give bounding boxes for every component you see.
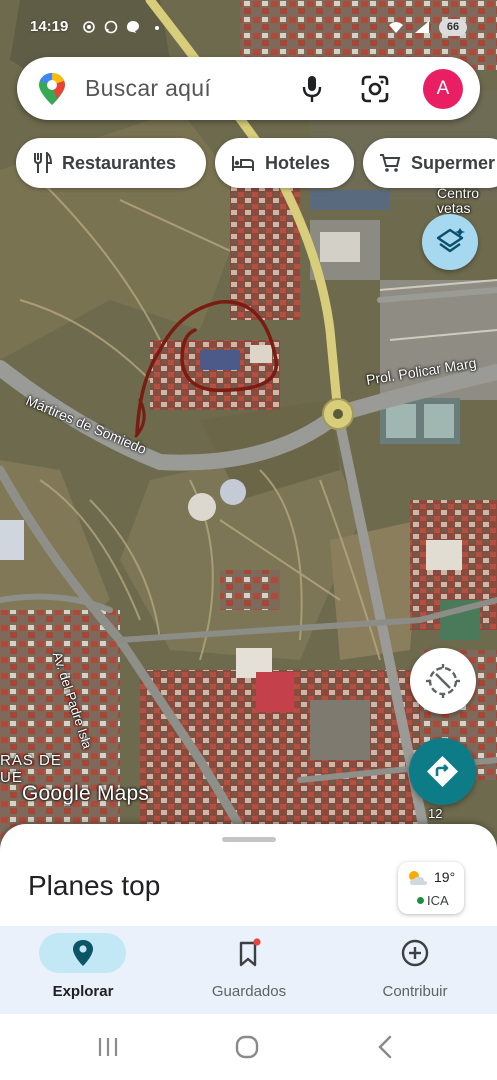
wifi-icon (388, 20, 403, 34)
location-crosshair-icon (426, 664, 460, 698)
layers-button[interactable] (422, 214, 478, 270)
search-bar[interactable]: Buscar aquí A (17, 57, 480, 120)
battery-indicator: 66 (439, 19, 467, 36)
google-maps-attribution: Google Maps (22, 782, 150, 805)
address-number-label: 12 (428, 806, 443, 821)
directions-icon (427, 756, 458, 787)
directions-button[interactable] (409, 738, 476, 805)
chip-supermarkets-label: Supermer (411, 152, 496, 173)
chip-supermarkets[interactable]: Supermer (363, 138, 497, 188)
messenger-icon (126, 20, 140, 34)
signal-icon (414, 20, 429, 34)
whatsapp-icon (104, 20, 118, 34)
home-icon[interactable] (234, 1034, 260, 1060)
add-circle-icon (401, 939, 429, 967)
chip-hotels[interactable]: Hoteles (215, 138, 354, 188)
bed-icon (232, 156, 254, 171)
back-icon[interactable] (376, 1034, 394, 1060)
status-time: 14:19 (30, 18, 69, 35)
google-lens-icon[interactable] (359, 73, 391, 105)
nav-explore[interactable]: Explorar (0, 926, 166, 1014)
user-avatar[interactable]: A (423, 69, 463, 109)
nav-saved-label: Guardados (211, 983, 287, 1000)
nav-saved[interactable]: Guardados (166, 926, 332, 1014)
recent-apps-icon[interactable] (96, 1036, 120, 1058)
notification-icon (82, 20, 96, 34)
microphone-icon[interactable] (297, 73, 327, 105)
partly-cloudy-icon (409, 871, 427, 885)
search-input[interactable]: Buscar aquí (85, 75, 211, 102)
nav-contribute-label: Contribuir (382, 983, 448, 1000)
satellite-map[interactable]: Mártires de Somiedo Prol. Policar Marg A… (0, 0, 497, 860)
area-label: RAS DE UE (0, 752, 62, 786)
weather-chip[interactable]: 19° ICA (398, 862, 464, 914)
nav-contribute[interactable]: Contribuir (332, 926, 497, 1014)
bookmark-icon (239, 938, 261, 967)
my-location-button[interactable] (410, 648, 476, 714)
chip-hotels-label: Hoteles (265, 152, 331, 173)
bottom-sheet[interactable]: Planes top 19° ICA (0, 824, 497, 934)
aqi-label: ICA (427, 893, 449, 908)
aqi-dot-icon (417, 897, 424, 904)
location-pin-icon (73, 940, 93, 966)
google-maps-logo-icon (37, 72, 67, 106)
chip-restaurants[interactable]: Restaurantes (16, 138, 206, 188)
dot-icon (150, 20, 164, 34)
sheet-title: Planes top (28, 870, 161, 901)
cart-icon (380, 154, 401, 172)
nav-explore-label: Explorar (52, 983, 114, 1000)
layers-icon (436, 228, 465, 253)
bottom-navigation: Explorar Guardados Contribuir (0, 926, 497, 1014)
system-navigation-bar (0, 1014, 497, 1080)
status-bar: 14:19 66 (0, 14, 497, 42)
weather-temperature: 19° (434, 869, 456, 885)
sheet-drag-handle[interactable] (222, 837, 276, 842)
poi-label-centro[interactable]: Centro vetas (437, 186, 479, 216)
chip-restaurants-label: Restaurantes (62, 152, 177, 173)
fork-knife-icon (34, 152, 52, 173)
